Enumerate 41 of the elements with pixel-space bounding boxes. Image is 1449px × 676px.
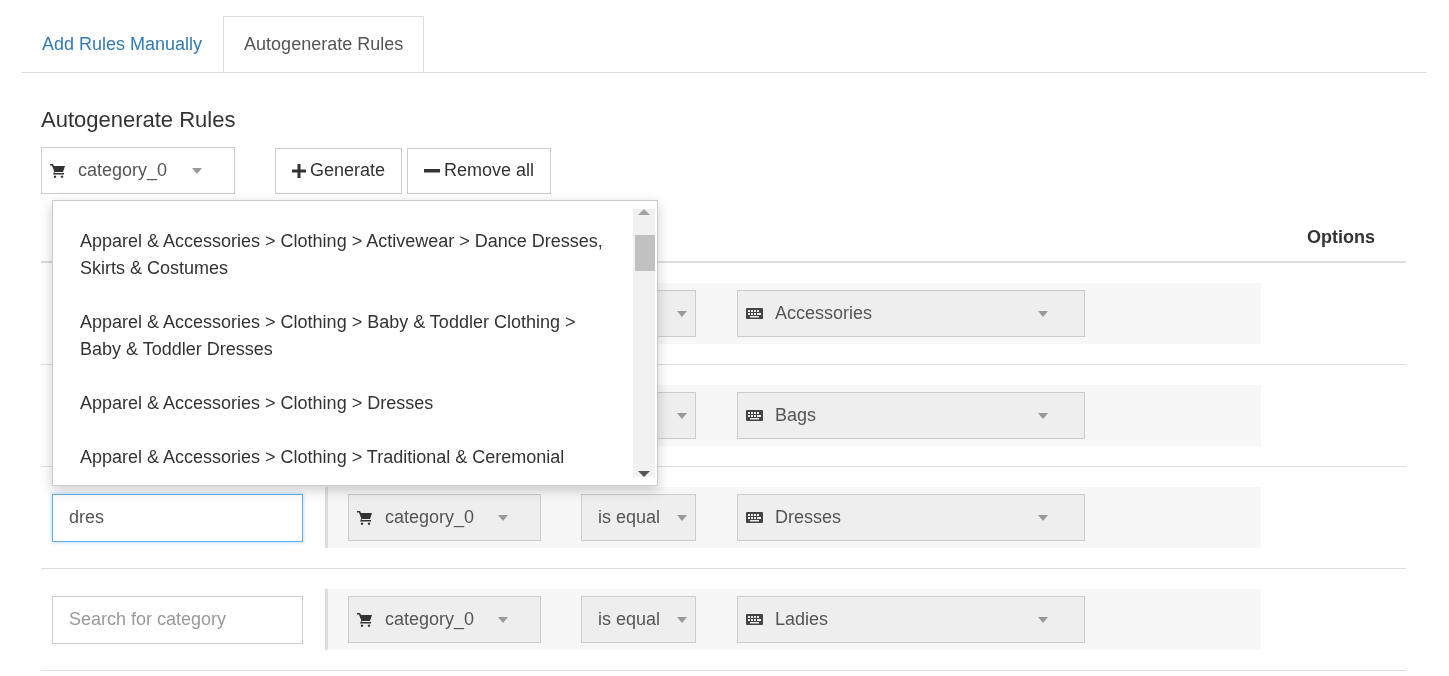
caret-icon xyxy=(498,514,508,521)
search-field[interactable]: dres xyxy=(52,493,303,542)
cart-icon xyxy=(357,612,373,627)
caret-icon xyxy=(677,412,687,419)
cart-icon xyxy=(357,510,373,525)
value-select[interactable]: Ladies xyxy=(737,596,1085,643)
caret-icon xyxy=(1038,616,1048,623)
caret-icon xyxy=(192,167,202,174)
keyboard-icon xyxy=(746,308,763,319)
operator-select[interactable]: is equal xyxy=(581,494,696,541)
remove-all-button[interactable]: Remove all xyxy=(407,147,552,194)
minus-icon xyxy=(424,168,441,173)
dropdown-option[interactable]: Apparel & Accessories > Clothing > Baby & Toddler Clothing > Baby & Toddler Dresses xyxy=(80,309,617,363)
keyboard-icon xyxy=(746,614,763,625)
attribute-select[interactable]: category_0 xyxy=(41,147,235,194)
plus-icon xyxy=(292,163,306,178)
caret-icon xyxy=(498,616,508,623)
value-select[interactable]: Dresses xyxy=(737,494,1085,541)
keyboard-icon xyxy=(746,512,763,523)
tab[interactable]: Add Rules Manually xyxy=(21,16,224,72)
cart-icon xyxy=(50,163,66,178)
caret-icon xyxy=(1038,514,1048,521)
section-heading: Autogenerate Rules xyxy=(41,109,237,131)
search-field[interactable]: Search for category xyxy=(52,595,303,644)
caret-icon xyxy=(677,616,687,623)
dropdown-option[interactable]: Apparel & Accessories > Clothing > Activewear > Dance Dresses, Skirts & Costumes xyxy=(80,228,617,282)
operator-select[interactable]: is equal xyxy=(581,596,696,643)
value-select[interactable]: Bags xyxy=(737,392,1085,439)
caret-icon xyxy=(677,514,687,521)
caret-icon xyxy=(1038,412,1048,419)
dropdown-option[interactable]: Apparel & Accessories > Clothing > Dresses xyxy=(80,390,617,417)
dropdown-option[interactable]: Apparel & Accessories > Clothing > Traditional & Ceremonial xyxy=(80,444,617,471)
attribute-select[interactable]: category_0 xyxy=(348,494,541,541)
caret-icon xyxy=(1038,310,1048,317)
value-select[interactable]: Accessories xyxy=(737,290,1085,337)
caret-icon xyxy=(677,310,687,317)
generate-button[interactable]: Generate xyxy=(275,147,403,194)
tab[interactable]: Autogenerate Rules xyxy=(223,16,425,72)
attribute-select[interactable]: category_0 xyxy=(348,596,541,643)
keyboard-icon xyxy=(746,410,763,421)
column-header: Options xyxy=(1307,226,1375,249)
